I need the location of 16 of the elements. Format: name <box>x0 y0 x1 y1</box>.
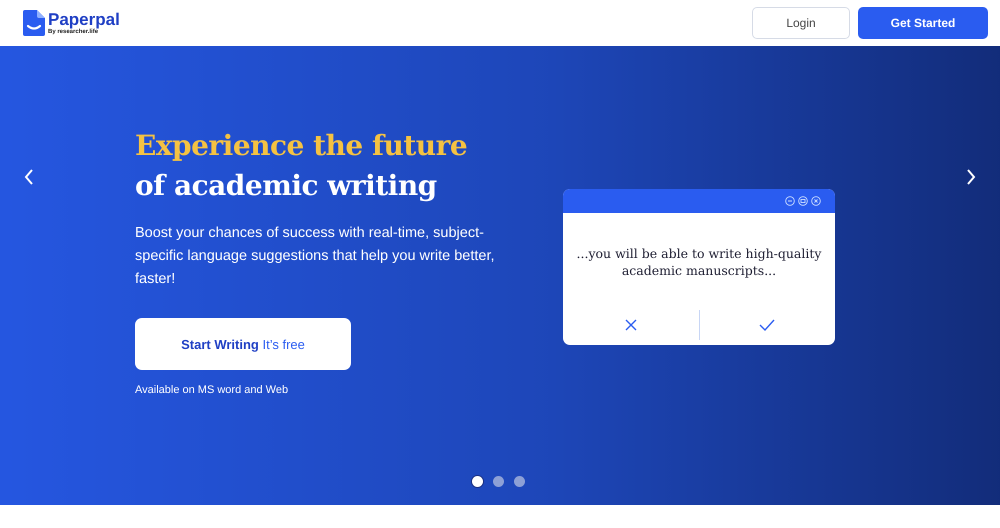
suggestion-text: ...you will be able to write high-quality academic manuscripts... <box>576 245 822 280</box>
window-controls-icon <box>785 196 821 206</box>
hero-subtitle: of academic writing <box>135 168 437 204</box>
slide-dot[interactable] <box>493 476 504 487</box>
slide-dot[interactable] <box>472 476 483 487</box>
close-icon[interactable] <box>625 319 637 331</box>
hero-description: Boost your chances of success with real-time, subject-specific language suggestions that help you write better, faster! <box>135 224 495 289</box>
slide-dot[interactable] <box>514 476 525 487</box>
logo-icon <box>23 10 45 36</box>
get-started-button[interactable]: Get Started <box>858 7 988 39</box>
brand-name: Paperpal <box>48 11 120 28</box>
login-button[interactable]: Login <box>752 7 850 39</box>
hero-title: Experience the future <box>135 128 468 164</box>
start-writing-button[interactable]: Start Writing It’s free <box>135 318 351 370</box>
checkmark-icon[interactable] <box>759 319 775 331</box>
availability-note: Available on MS word and Web <box>135 384 288 396</box>
